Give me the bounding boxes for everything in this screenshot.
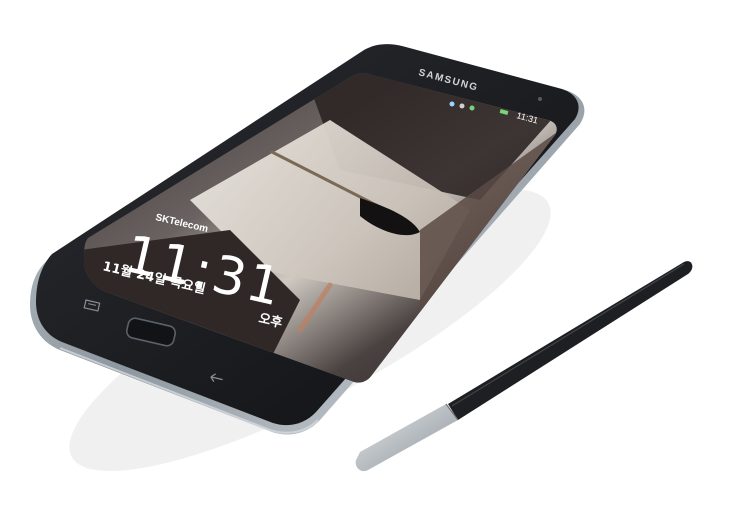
- front-camera: [538, 97, 542, 101]
- wifi-icon: [459, 103, 465, 109]
- signal-icon: [469, 105, 475, 111]
- notification-icon: [449, 101, 455, 107]
- stylus-tip: [355, 404, 458, 472]
- photo-scene: 11:31 SAMSUNG SKTelecom 11:31 11월 24일 목요…: [0, 0, 730, 505]
